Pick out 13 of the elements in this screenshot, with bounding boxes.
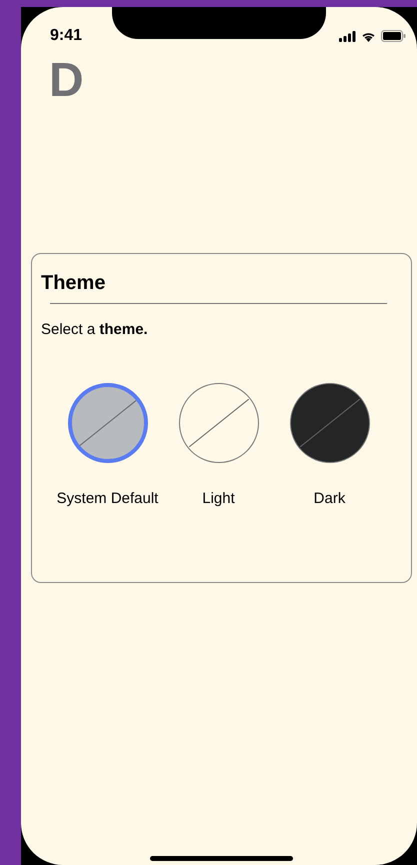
option-label: Dark xyxy=(314,490,346,507)
wifi-icon xyxy=(361,30,376,42)
battery-icon xyxy=(381,30,406,42)
card-title: Theme xyxy=(41,271,106,296)
card-description: Select a theme. xyxy=(41,321,148,338)
app-logo: D xyxy=(49,55,84,107)
signal-icon xyxy=(339,30,356,42)
option-label: Light xyxy=(202,490,235,507)
option-label: System Default xyxy=(56,490,158,507)
diagonal-line-icon xyxy=(188,399,248,447)
status-time: 9:41 xyxy=(50,27,82,45)
diagonal-line-icon xyxy=(300,399,360,447)
diagonal-line-icon xyxy=(78,399,138,447)
